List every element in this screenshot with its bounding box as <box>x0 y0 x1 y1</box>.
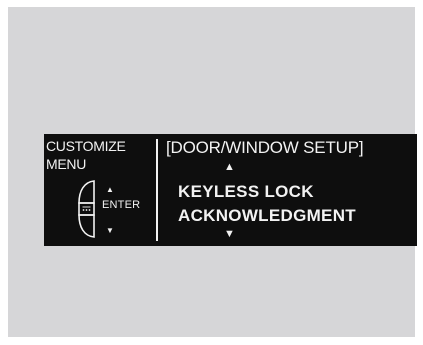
enter-button-icon[interactable] <box>78 202 95 216</box>
scroll-down-arrow-icon: ▼ <box>224 228 235 240</box>
display-divider <box>156 139 158 241</box>
illustration-frame: CUSTOMIZE MENU ▲ ENTER ▼ [DOOR/WINDOW SE… <box>8 7 417 337</box>
knob-up-arrow-icon: ▲ <box>106 185 114 194</box>
menu-item-line1: KEYLESS LOCK <box>178 182 314 201</box>
scroll-up-arrow-icon: ▲ <box>224 161 235 173</box>
menu-title-line1: CUSTOMIZE <box>46 138 126 154</box>
menu-title-line2: MENU <box>46 156 87 172</box>
enter-label: ENTER <box>102 199 141 211</box>
info-display-screen: CUSTOMIZE MENU ▲ ENTER ▼ [DOOR/WINDOW SE… <box>44 134 417 246</box>
section-title: [DOOR/WINDOW SETUP] <box>166 138 364 157</box>
knob-down-arrow-icon: ▼ <box>106 226 114 235</box>
menu-item-line2: ACKNOWLEDGMENT <box>178 206 356 225</box>
customize-menu-title: CUSTOMIZE MENU <box>46 137 126 173</box>
